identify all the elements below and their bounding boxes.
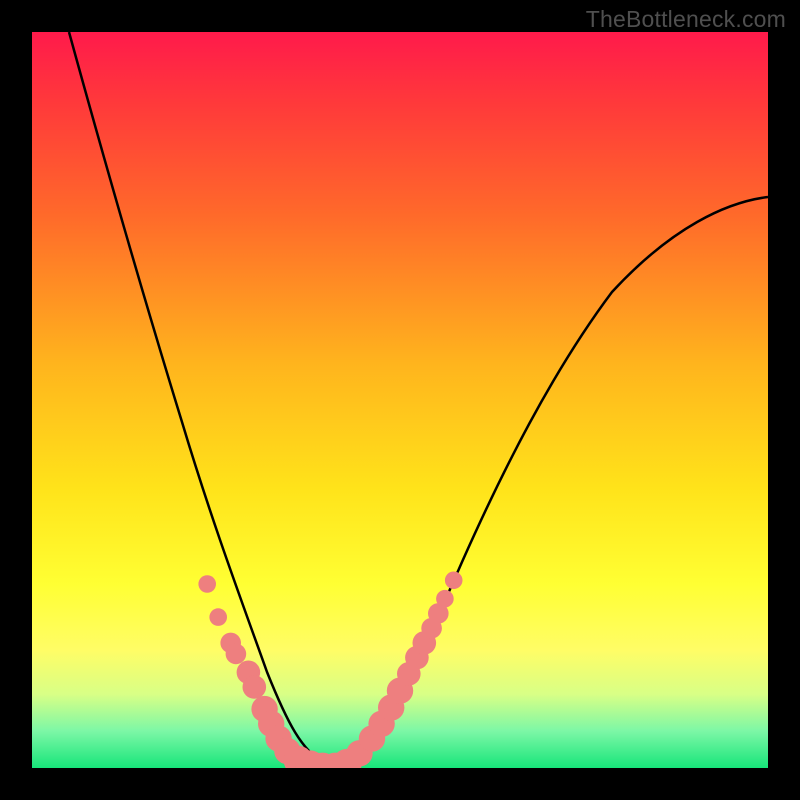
curve-marker: [436, 590, 454, 608]
curve-marker: [198, 575, 216, 593]
curve-marker: [445, 572, 463, 590]
curve-marker: [243, 675, 267, 699]
watermark-text: TheBottleneck.com: [586, 6, 786, 33]
plot-area: [32, 32, 768, 768]
chart-frame: TheBottleneck.com: [0, 0, 800, 800]
chart-svg: [32, 32, 768, 768]
curve-marker: [226, 644, 247, 665]
marker-group: [198, 572, 462, 769]
curve-marker: [209, 608, 227, 626]
